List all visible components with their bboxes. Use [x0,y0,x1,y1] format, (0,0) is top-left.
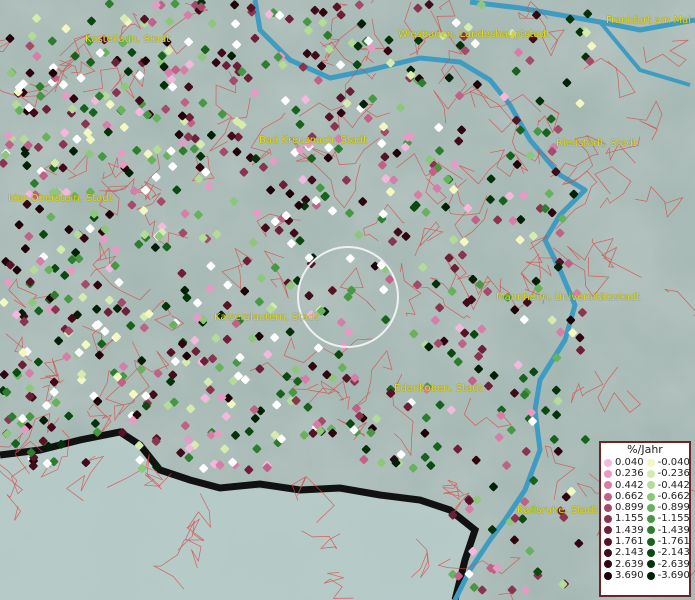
legend-positive-label: 1.155 [615,513,644,525]
legend-positive-swatch [604,458,612,467]
legend-negative-label: -2.143 [657,547,690,559]
legend-positive-item: 1.439 [601,525,644,536]
legend-positive-label: 1.439 [615,524,644,536]
legend-positive-item: 0.899 [601,502,644,513]
city-label-mannheim: Mannheim, Universitätsstadt [496,292,641,303]
legend-title: %/Jahr [627,443,663,456]
legend-negative-label: -0.236 [657,468,690,480]
city-label-wiesbaden: Wiesbaden, Landeshauptstadt [398,29,550,40]
legend-positive-swatch [604,503,612,512]
legend-negative-item: -1.155 [644,513,690,524]
legend-negative-item: -0.040 [644,457,690,468]
legend-negative-item: -1.439 [644,525,690,536]
legend-positive-item: 1.155 [601,513,644,524]
legend-negative-item: -0.899 [644,502,690,513]
legend-negative-swatch [646,549,655,558]
legend-row: 0.662 -0.662 [601,491,690,502]
legend-positive-label: 1.761 [615,536,644,548]
legend-negative-item: -1.761 [644,536,690,547]
legend-positive-swatch [604,526,612,535]
map-view[interactable]: Kastellaun, Stadt Wiesbaden, Landeshaupt… [0,0,695,600]
city-label-frankfurt: Frankfurt am Mai [606,15,692,26]
legend-negative-label: -2.639 [657,558,690,570]
legend-positive-swatch [604,481,612,490]
legend-negative-label: -0.040 [657,457,690,468]
legend-positive-label: 0.899 [615,502,644,514]
legend-row: 2.639 -2.639 [601,559,690,570]
legend-row: 2.143 -2.143 [601,547,690,558]
legend-negative-swatch [646,458,655,467]
city-label-karlsruhe: Karlsruhe, Stadt [517,505,598,516]
legend-positive-label: 0.040 [615,457,644,468]
legend-row: 0.899 -0.899 [601,502,690,513]
legend: %/Jahr 0.040 -0.040 0.236 -0.236 0.442 -0.442… [599,441,691,597]
legend-negative-item: -0.662 [644,491,690,502]
legend-negative-swatch [646,503,655,512]
legend-negative-label: -0.899 [657,502,690,514]
legend-positive-swatch [604,560,612,569]
legend-positive-swatch [604,515,612,524]
legend-negative-swatch [646,481,655,490]
city-label-riedstadt: Riedstadt, Stadt [556,138,637,149]
legend-row: 0.442 -0.442 [601,480,690,491]
legend-positive-swatch [604,469,612,478]
legend-negative-swatch [646,560,655,569]
legend-positive-swatch [604,549,612,558]
legend-positive-swatch [604,492,612,501]
legend-negative-swatch [646,571,655,580]
legend-positive-label: 2.143 [615,547,644,559]
city-label-kaiserslautern: Kaiserslautern, Stadt [214,312,319,323]
legend-negative-item: -3.690 [644,570,690,581]
legend-row: 1.761 -1.761 [601,536,690,547]
legend-rows: 0.040 -0.040 0.236 -0.236 0.442 -0.442 0.662 -0… [601,457,690,581]
legend-row: 0.040 -0.040 [601,457,690,468]
legend-negative-swatch [646,469,655,478]
legend-positive-item: 0.442 [601,480,644,491]
city-label-bad-kreuznach: Bad Kreuznach, Stadt [259,135,368,146]
legend-positive-item: 0.236 [601,468,644,479]
legend-row: 0.236 -0.236 [601,468,690,479]
legend-negative-label: -1.155 [657,513,690,525]
legend-positive-item: 2.143 [601,547,644,558]
legend-negative-item: -2.143 [644,547,690,558]
legend-negative-label: -3.690 [657,569,690,581]
legend-positive-item: 1.761 [601,536,644,547]
legend-negative-swatch [646,515,655,524]
legend-positive-item: 2.639 [601,559,644,570]
legend-positive-item: 0.040 [601,457,644,468]
legend-negative-label: -1.439 [657,524,690,536]
legend-positive-item: 0.662 [601,491,644,502]
legend-negative-swatch [646,492,655,501]
legend-negative-label: -0.442 [657,479,690,491]
legend-positive-item: 3.690 [601,570,644,581]
legend-positive-swatch [604,571,612,580]
legend-negative-item: -0.236 [644,468,690,479]
city-label-edenkoben: Edenkoben, Stadt [394,383,483,394]
city-label-idar-oberstein: Idar-Oberstein, Stadt [8,193,113,204]
legend-negative-label: -1.761 [657,536,690,548]
legend-positive-label: 3.690 [615,569,644,581]
legend-row: 1.155 -1.155 [601,513,690,524]
legend-negative-item: -0.442 [644,480,690,491]
city-label-kastellaun: Kastellaun, Stadt [85,34,171,45]
legend-negative-swatch [646,537,655,546]
legend-positive-label: 2.639 [615,558,644,570]
legend-row: 3.690 -3.690 [601,570,690,581]
legend-positive-swatch [604,537,612,546]
legend-positive-label: 0.662 [615,490,644,502]
legend-negative-item: -2.639 [644,559,690,570]
legend-row: 1.439 -1.439 [601,525,690,536]
legend-positive-label: 0.236 [615,468,644,480]
legend-negative-swatch [646,526,655,535]
legend-positive-label: 0.442 [615,479,644,491]
legend-negative-label: -0.662 [657,490,690,502]
